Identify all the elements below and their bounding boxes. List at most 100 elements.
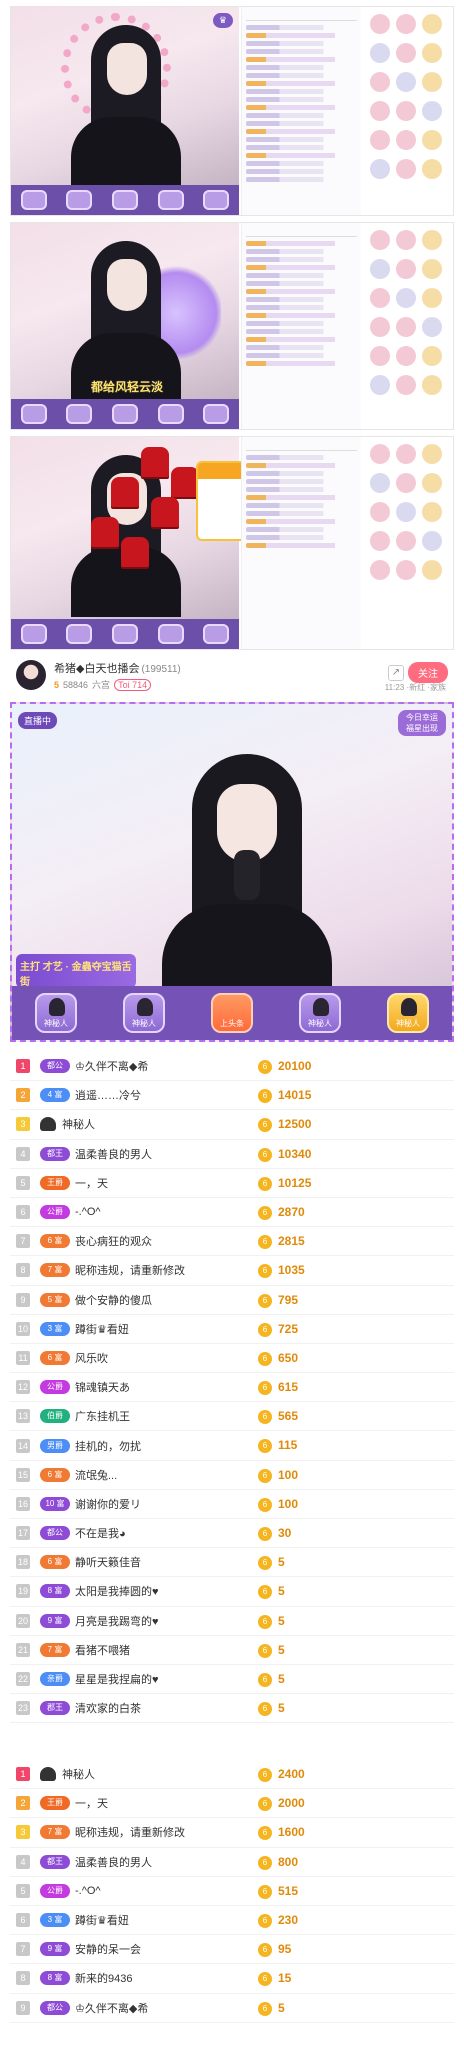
user-name[interactable]: 一，天 — [75, 1175, 108, 1191]
rank-row[interactable]: 3 神秘人 6 12500 — [10, 1110, 454, 1140]
rank-number: 17 — [16, 1526, 30, 1541]
avatar[interactable] — [16, 660, 46, 690]
headline-seat[interactable]: 上头条 — [211, 993, 253, 1033]
user-name[interactable]: 温柔善良的男人 — [75, 1854, 152, 1870]
chat-panel — [241, 223, 361, 429]
rank-row[interactable]: 1 都公 ♔久伴不离◆希 6 20100 — [10, 1052, 454, 1082]
rank-row[interactable]: 12 公爵 锦魂镇天あ 6 615 — [10, 1373, 454, 1403]
contribution-score: 2000 — [278, 1796, 305, 1811]
user-name[interactable]: 锦魂镇天あ — [75, 1379, 130, 1395]
user-name[interactable]: ♔久伴不离◆希 — [75, 1058, 148, 1074]
seat-1[interactable]: 神秘人 — [35, 993, 77, 1033]
seat-bar — [11, 399, 239, 429]
user-name[interactable]: 流氓兔... — [75, 1467, 117, 1483]
video-frame: 都给风轻云淡 — [11, 223, 239, 429]
rank-row[interactable]: 10 3 富蹲街♛看妞 6 725 — [10, 1315, 454, 1344]
user-name[interactable]: 安静的呆一会 — [75, 1941, 141, 1957]
rank-row[interactable]: 14 男爵 挂机的，勿扰 6 115 — [10, 1431, 454, 1461]
user-name[interactable]: 蹲街♛看妞 — [75, 1912, 129, 1928]
contribution-score: 12500 — [278, 1117, 312, 1132]
user-name[interactable]: 谢谢你的爱リ — [75, 1496, 141, 1512]
rank-row[interactable]: 2 王爵 一，天 6 2000 — [10, 1789, 454, 1819]
seat-4[interactable]: 神秘人 — [299, 993, 341, 1033]
user-name[interactable]: 昵称违规，请重新修改 — [75, 1262, 185, 1278]
user-name[interactable]: 看猪不喂猪 — [75, 1642, 130, 1658]
seat-5[interactable]: 神秘人 — [387, 993, 429, 1033]
user-name[interactable]: 不在是我◕ — [75, 1525, 126, 1541]
rank-number: 7 — [16, 1942, 30, 1957]
rank-row[interactable]: 4 都王 温柔善良的男人 6 800 — [10, 1848, 454, 1877]
user-name[interactable]: 昵称违规，请重新修改 — [75, 1824, 185, 1840]
rank-badge: 9 富 — [40, 1942, 70, 1957]
room-id: (199511) — [141, 664, 181, 675]
rank-row[interactable]: 17 都公 不在是我◕ 6 30 — [10, 1519, 454, 1549]
user-name[interactable]: 静听天籁佳音 — [75, 1554, 141, 1570]
promo-banner[interactable]: 主打 才艺 · 金蟲夺宝猫舌街 — [16, 954, 136, 988]
user-name[interactable]: 广东挂机王 — [75, 1408, 130, 1424]
rank-row[interactable]: 13 伯爵 广东挂机王 6 565 — [10, 1402, 454, 1432]
user-name[interactable]: ♔久伴不离◆希 — [75, 2000, 148, 2016]
coin-icon: 6 — [258, 1672, 272, 1687]
stream-screenshot-2: 都给风轻云淡 — [10, 222, 454, 430]
coin-icon: 6 — [258, 1556, 272, 1571]
gift-panel — [363, 437, 453, 649]
rank-row[interactable]: 7 6 富丧心病狂的观众 6 2815 — [10, 1227, 454, 1257]
rank-row[interactable]: 22 亲爵 星星是我捏扁的♥ 6 5 — [10, 1665, 454, 1695]
rank-row[interactable]: 3 7 富昵称违规，请重新修改 6 1600 — [10, 1818, 454, 1848]
rank-badge: 5 富 — [40, 1292, 70, 1307]
main-video-player[interactable]: 直播中 今日幸运 福星出现 主打 才艺 · 金蟲夺宝猫舌街 神秘人 神秘人 上头… — [10, 702, 454, 1042]
contribution-score: 10340 — [278, 1146, 312, 1161]
seat-2[interactable]: 神秘人 — [123, 993, 165, 1033]
rank-row[interactable]: 8 8 富新来的9436 6 15 — [10, 1964, 454, 1994]
rank-row[interactable]: 16 10 富谢谢你的爱リ 6 100 — [10, 1490, 454, 1519]
share-icon[interactable]: ↗ — [388, 664, 404, 681]
user-name[interactable]: 丧心病狂的观众 — [75, 1233, 152, 1249]
rank-row[interactable]: 7 9 富安静的呆一会 6 95 — [10, 1935, 454, 1965]
rank-number: 21 — [16, 1642, 30, 1657]
user-name[interactable]: 清欢家的白茶 — [75, 1700, 141, 1716]
rank-row[interactable]: 1 神秘人 6 2400 — [10, 1760, 454, 1790]
user-name[interactable]: -.^O^ — [75, 1885, 101, 1897]
rank-row[interactable]: 20 9 富月亮是我踢弯的♥ 6 5 — [10, 1607, 454, 1636]
rank-row[interactable]: 4 都王 温柔善良的男人 6 10340 — [10, 1140, 454, 1169]
rank-row[interactable]: 21 7 富看猪不喂猪 6 5 — [10, 1636, 454, 1665]
rank-badge: 8 富 — [40, 1584, 70, 1599]
rank-number: 16 — [16, 1496, 30, 1511]
user-name[interactable]: 新来的9436 — [75, 1970, 132, 1986]
user-name[interactable]: 逍遥……冷兮 — [75, 1087, 141, 1103]
user-name[interactable]: 蹲街♛看妞 — [75, 1321, 129, 1337]
user-name[interactable]: 做个安静的傻瓜 — [75, 1292, 152, 1308]
user-name[interactable]: 一，天 — [75, 1795, 108, 1811]
rank-badge: 7 富 — [40, 1263, 70, 1278]
user-name[interactable]: -.^O^ — [75, 1206, 101, 1218]
lucky-star-badge[interactable]: 今日幸运 福星出现 — [398, 710, 446, 736]
rank-row[interactable]: 18 6 富静听天籁佳音 6 5 — [10, 1548, 454, 1578]
rank-row[interactable]: 9 5 富做个安静的傻瓜 6 795 — [10, 1286, 454, 1315]
rank-badge: 6 富 — [40, 1467, 70, 1482]
user-name[interactable]: 风乐吹 — [75, 1350, 108, 1366]
rank-badge: 都王 — [40, 1854, 70, 1869]
user-name[interactable]: 神秘人 — [62, 1116, 95, 1132]
coin-icon: 6 — [258, 2001, 272, 2016]
rank-row[interactable]: 6 公爵 -.^O^ 6 2870 — [10, 1198, 454, 1228]
rank-row[interactable]: 19 8 富太阳是我捧圆的♥ 6 5 — [10, 1577, 454, 1607]
user-name[interactable]: 挂机的，勿扰 — [75, 1438, 141, 1454]
user-name[interactable]: 星星是我捏扁的♥ — [75, 1671, 159, 1687]
user-name[interactable]: 温柔善良的男人 — [75, 1146, 152, 1162]
rank-row[interactable]: 5 王爵 一，天 6 10125 — [10, 1169, 454, 1198]
rank-row[interactable]: 11 6 富风乐吹 6 650 — [10, 1344, 454, 1374]
user-name[interactable]: 太阳是我捧圆的♥ — [75, 1583, 159, 1599]
rank-row[interactable]: 9 都公 ♔久伴不离◆希 6 5 — [10, 1994, 454, 2023]
user-name[interactable]: 神秘人 — [62, 1766, 95, 1782]
rank-row[interactable]: 23 郡王 清欢家的白茶 6 5 — [10, 1694, 454, 1724]
rank-row[interactable]: 6 3 富蹲街♛看妞 6 230 — [10, 1906, 454, 1936]
coin-icon: 6 — [258, 1913, 272, 1928]
contribution-score: 20100 — [278, 1059, 312, 1073]
rank-row[interactable]: 8 7 富昵称违规，请重新修改 6 1035 — [10, 1256, 454, 1286]
rank-row[interactable]: 5 公爵 -.^O^ 6 515 — [10, 1877, 454, 1906]
user-name[interactable]: 月亮是我踢弯的♥ — [75, 1613, 159, 1629]
follow-button[interactable]: 关注 — [408, 662, 448, 683]
contribution-score: 100 — [278, 1496, 299, 1511]
rank-row[interactable]: 2 4 富逍遥……冷兮 6 14015 — [10, 1081, 454, 1111]
rank-row[interactable]: 15 6 富流氓兔... 6 100 — [10, 1461, 454, 1490]
